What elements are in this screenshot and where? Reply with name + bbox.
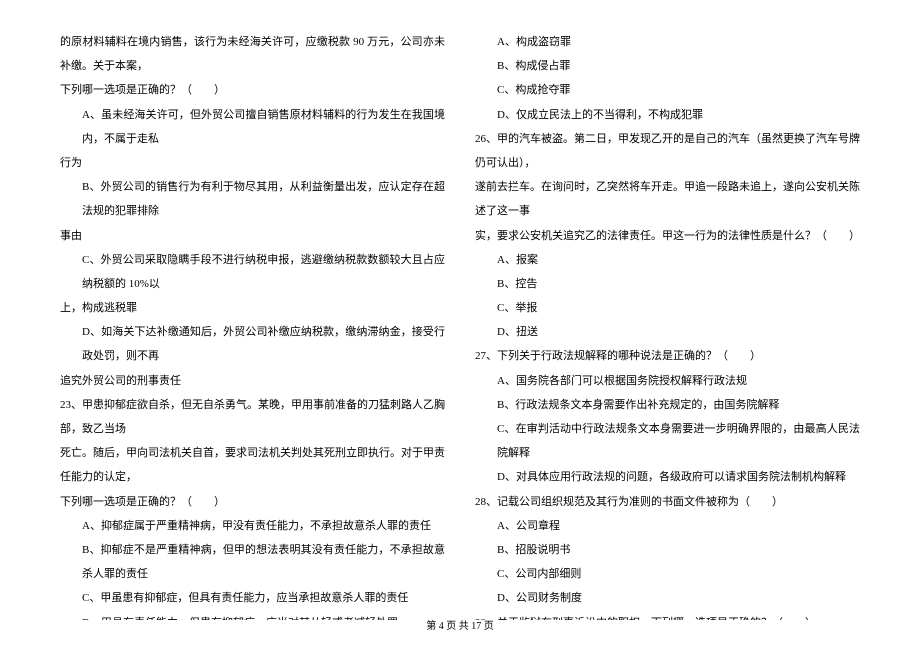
q27-option-b: B、行政法规条文本身需要作出补充规定的，由国务院解释 [475, 393, 860, 417]
option-b: B、外贸公司的销售行为有利于物尽其用，从利益衡量出发，应认定存在超法规的犯罪排除 [60, 175, 445, 223]
q28-option-d: D、公司财务制度 [475, 586, 860, 610]
page-columns: 的原材料辅料在境内销售，该行为未经海关许可，应缴税款 90 万元，公司亦未补缴。… [60, 30, 860, 620]
q26-option-b: B、控告 [475, 272, 860, 296]
question-26: 26、甲的汽车被盗。第二日，甲发现乙开的是自己的汽车（虽然更换了汽车号牌仍可认出… [475, 127, 860, 175]
option-a: A、虽未经海关许可，但外贸公司擅自销售原材料辅料的行为发生在我国境内，不属于走私 [60, 103, 445, 151]
page-footer: 第 4 页 共 17 页 [0, 616, 920, 638]
q23-option-b: B、抑郁症不是严重精神病，但甲的想法表明其没有责任能力，不承担故意杀人罪的责任 [60, 538, 445, 586]
option-a-cont: 行为 [60, 151, 445, 175]
question-26-cont: 遂前去拦车。在询问时，乙突然将车开走。甲追一段路未追上，遂向公安机关陈述了这一事 [475, 175, 860, 223]
text-line: 的原材料辅料在境内销售，该行为未经海关许可，应缴税款 90 万元，公司亦未补缴。… [60, 30, 445, 78]
question-23-cont: 死亡。随后，甲向司法机关自首，要求司法机关判处其死刑立即执行。对于甲责任能力的认… [60, 441, 445, 489]
option-d-cont: 追究外贸公司的刑事责任 [60, 369, 445, 393]
right-column: A、构成盗窃罪 B、构成侵占罪 C、构成抢夺罪 D、仅成立民法上的不当得利，不构… [475, 30, 860, 620]
question-26-cont: 实，要求公安机关追究乙的法律责任。甲这一行为的法律性质是什么？（ ） [475, 224, 860, 248]
q26-option-d: D、扭送 [475, 320, 860, 344]
q28-option-a: A、公司章程 [475, 514, 860, 538]
q23-option-c: C、甲虽患有抑郁症，但具有责任能力，应当承担故意杀人罪的责任 [60, 586, 445, 610]
question-23-cont: 下列哪一选项是正确的？（ ） [60, 490, 445, 514]
option-d: D、如海关下达补缴通知后，外贸公司补缴应纳税款，缴纳滞纳金，接受行政处罚，则不再 [60, 320, 445, 368]
q25-option-a: A、构成盗窃罪 [475, 30, 860, 54]
left-column: 的原材料辅料在境内销售，该行为未经海关许可，应缴税款 90 万元，公司亦未补缴。… [60, 30, 445, 620]
option-c: C、外贸公司采取隐瞒手段不进行纳税申报，逃避缴纳税款数额较大且占应纳税额的 10… [60, 248, 445, 296]
question-23: 23、甲患抑郁症欲自杀，但无自杀勇气。某晚，甲用事前准备的刀猛刺路人乙胸部，致乙… [60, 393, 445, 441]
question-28: 28、记载公司组织规范及其行为准则的书面文件被称为（ ） [475, 490, 860, 514]
question-27: 27、下列关于行政法规解释的哪种说法是正确的？（ ） [475, 344, 860, 368]
q28-option-c: C、公司内部细则 [475, 562, 860, 586]
option-b-cont: 事由 [60, 224, 445, 248]
q27-option-a: A、国务院各部门可以根据国务院授权解释行政法规 [475, 369, 860, 393]
q25-option-d: D、仅成立民法上的不当得利，不构成犯罪 [475, 103, 860, 127]
q25-option-b: B、构成侵占罪 [475, 54, 860, 78]
q27-option-d: D、对具体应用行政法规的问题，各级政府可以请求国务院法制机构解释 [475, 465, 860, 489]
q23-option-a: A、抑郁症属于严重精神病，甲没有责任能力，不承担故意杀人罪的责任 [60, 514, 445, 538]
q28-option-b: B、招股说明书 [475, 538, 860, 562]
q25-option-c: C、构成抢夺罪 [475, 78, 860, 102]
q26-option-c: C、举报 [475, 296, 860, 320]
q27-option-c: C、在审判活动中行政法规条文本身需要进一步明确界限的，由最高人民法院解释 [475, 417, 860, 465]
q26-option-a: A、报案 [475, 248, 860, 272]
text-line: 下列哪一选项是正确的？（ ） [60, 78, 445, 102]
option-c-cont: 上，构成逃税罪 [60, 296, 445, 320]
